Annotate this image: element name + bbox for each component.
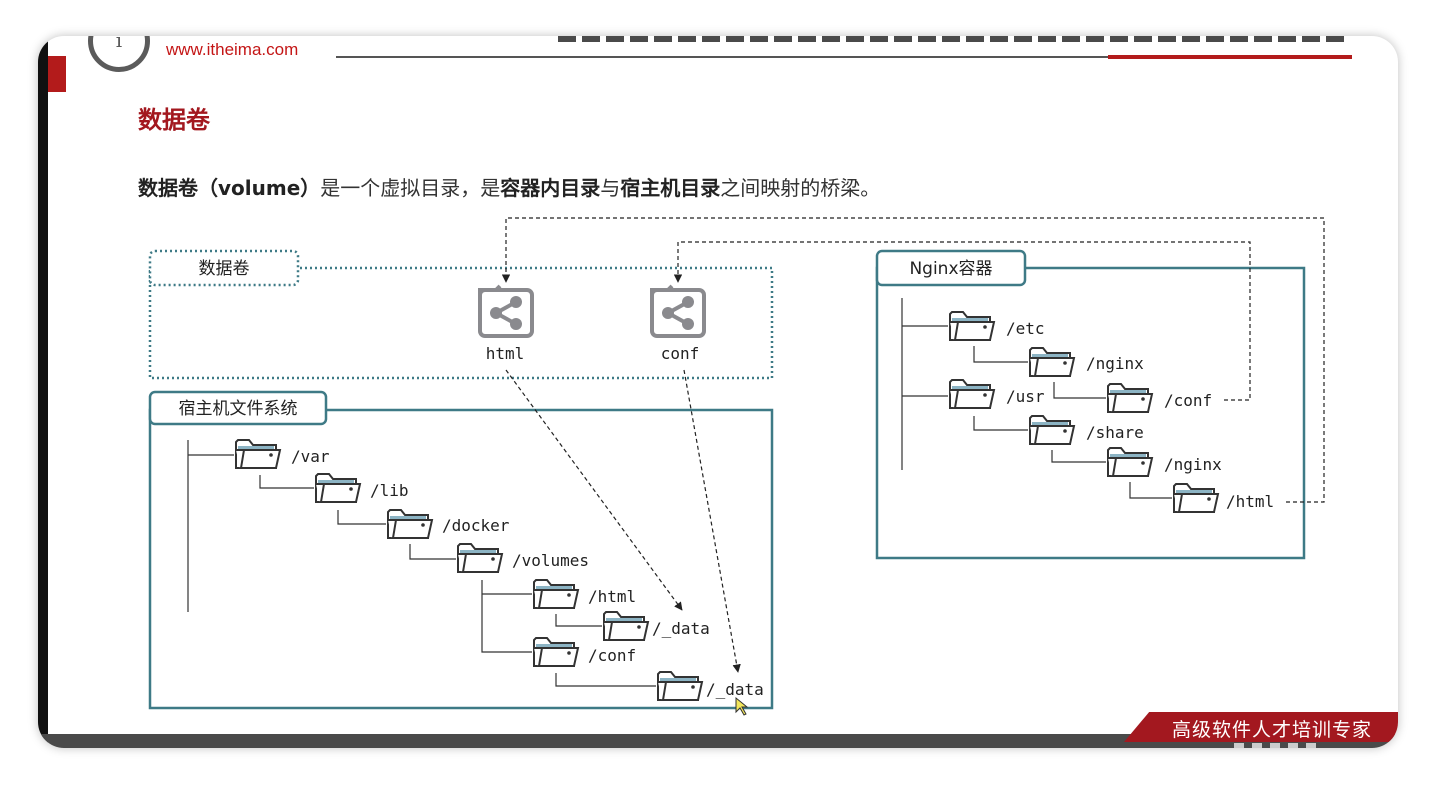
host-folder-docker: /docker xyxy=(442,516,510,535)
container-folder-nginx-share: /nginx xyxy=(1164,455,1222,474)
share-icon xyxy=(478,284,534,338)
player-control[interactable] xyxy=(1270,743,1280,748)
host-folder-lib: /lib xyxy=(370,481,409,500)
folder-icon xyxy=(533,637,579,667)
folder-icon xyxy=(387,509,433,539)
folder-icon xyxy=(949,311,995,341)
footer-slogan: 高级软件人才培训专家 xyxy=(1172,719,1373,741)
host-folder-var: /var xyxy=(291,447,330,466)
folder-icon xyxy=(1107,383,1153,413)
folder-icon xyxy=(315,473,361,503)
player-control[interactable] xyxy=(1288,743,1298,748)
folder-icon xyxy=(1107,447,1153,477)
container-folder-html: /html xyxy=(1226,492,1274,511)
folder-icon xyxy=(1029,415,1075,445)
host-filesystem-box: 宿主机文件系统 /var /lib /docker /volumes /html… xyxy=(148,390,774,710)
share-icon xyxy=(650,284,706,338)
host-folder-conf-data: /_data xyxy=(706,680,764,699)
volume-diagram: 数据卷 html conf 宿主机文件系统 /var /lib /docker … xyxy=(148,217,1325,716)
nginx-container-box: Nginx容器 /etc /nginx /usr /conf /share /n… xyxy=(875,249,1306,560)
arrow-volume-html-to-host xyxy=(505,369,683,611)
container-folder-etc: /etc xyxy=(1006,319,1045,338)
player-control[interactable] xyxy=(1234,743,1244,748)
volume-box-label: 数据卷 xyxy=(199,259,250,279)
host-folder-html-data: /_data xyxy=(652,619,710,638)
volume-item-html: html xyxy=(486,344,525,363)
folder-icon xyxy=(1029,347,1075,377)
container-folder-nginx: /nginx xyxy=(1086,354,1144,373)
folder-icon xyxy=(1173,483,1219,513)
folder-icon xyxy=(949,379,995,409)
folder-icon xyxy=(235,439,281,469)
host-folder-volumes: /volumes xyxy=(512,551,589,570)
host-box-label: 宿主机文件系统 xyxy=(179,399,298,419)
volume-box: 数据卷 html conf xyxy=(148,249,774,380)
host-folder-conf: /conf xyxy=(588,646,636,665)
mouse-cursor-icon xyxy=(735,696,749,716)
container-box-label: Nginx容器 xyxy=(909,259,992,279)
container-folder-usr: /usr xyxy=(1006,387,1045,406)
player-control[interactable] xyxy=(1252,743,1262,748)
volume-item-conf: conf xyxy=(661,344,700,363)
folder-icon xyxy=(457,543,503,573)
folder-icon xyxy=(533,579,579,609)
slide-frame: i www.itheima.com 数据卷 数据卷（volume）是一个虚拟目录… xyxy=(38,36,1398,748)
host-folder-html: /html xyxy=(588,587,636,606)
folder-icon xyxy=(603,611,649,641)
container-folder-conf: /conf xyxy=(1164,391,1212,410)
folder-icon xyxy=(657,671,703,701)
player-control[interactable] xyxy=(1306,743,1316,748)
container-folder-share: /share xyxy=(1086,423,1144,442)
